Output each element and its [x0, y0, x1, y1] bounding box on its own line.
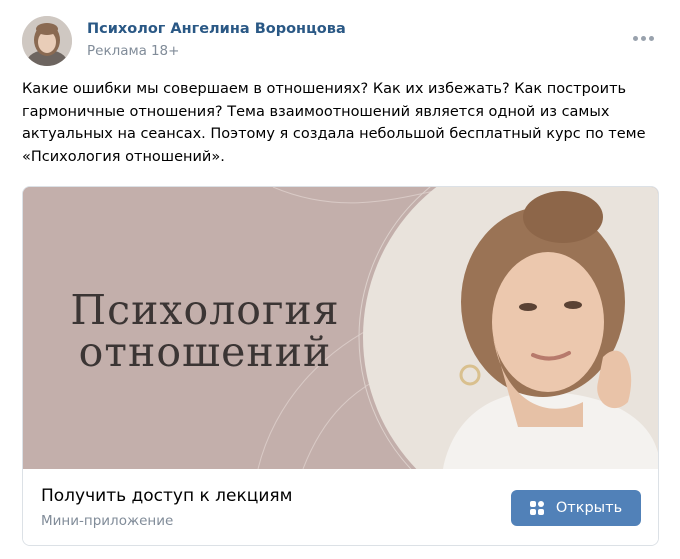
banner-title-line: Психология	[70, 286, 340, 334]
apps-icon	[529, 501, 544, 515]
author-avatar[interactable]	[22, 16, 72, 66]
ad-card[interactable]: Психология отношений Получить доступ к л…	[22, 186, 659, 546]
post-meta: Реклама 18+	[87, 43, 179, 59]
banner-title: Психология отношений	[45, 289, 365, 373]
open-button-label: Открыть	[555, 500, 623, 516]
post-text: Какие ошибки мы совершаем в отношениях? …	[22, 78, 662, 168]
post-text-line: Какие ошибки мы совершаем в отношениях? …	[22, 81, 627, 97]
post-text-line: гармоничные отношения? Тема взаимоотноше…	[22, 103, 610, 120]
ad-post: Психолог Ангелина Воронцова Реклама 18+ К…	[0, 0, 680, 559]
ad-label: Реклама	[87, 43, 147, 59]
more-horizontal-icon[interactable]	[633, 36, 655, 42]
cta-subtitle: Мини-приложение	[41, 513, 174, 529]
open-button[interactable]: Открыть	[511, 490, 641, 526]
ad-banner-image[interactable]: Психология отношений	[23, 187, 658, 469]
post-header: Психолог Ангелина Воронцова Реклама 18+	[22, 16, 662, 68]
cta-title[interactable]: Получить доступ к лекциям	[41, 486, 292, 506]
card-footer: Получить доступ к лекциям Мини-приложени…	[23, 469, 658, 545]
author-name[interactable]: Психолог Ангелина Воронцова	[87, 21, 346, 37]
banner-title-line: отношений	[78, 328, 332, 376]
post-text-line: актуальных на сеансах. Поэтому я создала…	[22, 126, 646, 142]
age-rating: 18+	[150, 43, 180, 59]
post-text-line: «Психология отношений».	[22, 148, 225, 165]
